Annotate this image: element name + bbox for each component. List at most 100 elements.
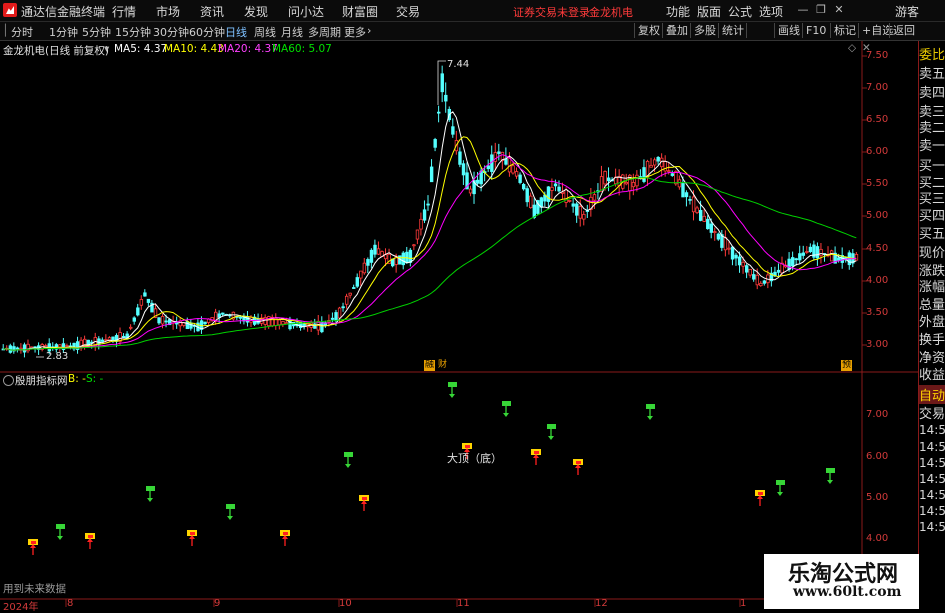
menu-news[interactable]: 资讯 [200,3,224,20]
menu-formula[interactable]: 公式 [728,3,752,20]
dropdown-icon[interactable]: ▾ [104,43,109,55]
candle-body [132,317,136,322]
candle-body [684,192,689,198]
candle-body [553,183,558,187]
period-weekly[interactable]: 周线 [254,24,276,40]
indicator-toggle-icon[interactable] [3,375,14,386]
candle-body [422,209,427,221]
x-tick: 1 [740,598,747,609]
menu-ask[interactable]: 问小达 [288,3,324,20]
low-price-label: 2.83 [46,351,69,362]
menu-trade[interactable]: 交易 [396,3,420,20]
candle-body [157,317,161,324]
ma10-value: MA10: 4.43 [164,43,224,55]
candle-body [355,277,359,287]
candle-body [104,339,108,341]
candle-body [401,252,406,266]
candle-body [698,209,703,221]
menu-discover[interactable]: 发现 [244,3,268,20]
tick-time: 14:56 [919,456,945,470]
candle-body [759,282,763,287]
btn-overlay[interactable]: 叠加 [662,23,691,38]
candle-body [592,194,597,201]
candle-body [582,213,586,220]
period-intraday[interactable]: 分时 [11,24,33,40]
candle-body [695,207,699,214]
candle-body [815,246,820,259]
candle-body [419,218,423,230]
period-1min[interactable]: 1分钟 [49,24,78,40]
btn-statistics[interactable]: 统计 [718,23,747,38]
price-tick: 5.00 [866,210,889,221]
candle-body [652,159,657,166]
period-monthly[interactable]: 月线 [281,24,303,40]
candle-body [808,246,813,253]
guest-user[interactable]: 游客 [895,3,919,20]
chart-canvas[interactable] [0,41,918,609]
price-tick: 4.50 [866,243,889,254]
x-tick: 11 [457,598,470,609]
menu-options[interactable]: 选项 [759,3,783,20]
period-30min[interactable]: 30分钟 [153,24,189,40]
restore-icon[interactable]: ❐ [815,4,827,16]
candlestick-series [1,65,859,358]
btn-f10[interactable]: F10 [802,23,829,38]
candle-body [829,250,834,262]
sell-signal-icon [547,424,556,440]
period-5min[interactable]: 5分钟 [82,24,111,40]
btn-draw-line[interactable]: 画线 [774,23,803,38]
candle-body [837,257,841,261]
tick-time: 14:56 [919,488,945,502]
period-multi[interactable]: 多周期 [308,24,341,40]
trade-tab[interactable]: 交易 [919,403,945,422]
candle-body [741,261,745,267]
candle-body [146,298,151,303]
btn-adjust[interactable]: 复权 [634,23,663,38]
quote-label-ask4: 卖四 [919,86,945,101]
close-icon[interactable]: ✕ [833,4,845,16]
btn-multi-stock[interactable]: 多股 [690,23,719,38]
candle-body [136,307,140,316]
candle-body [15,347,20,350]
menu-wealth[interactable]: 财富圈 [342,3,378,20]
period-15min[interactable]: 15分钟 [115,24,151,40]
candle-body [649,164,653,168]
period-more[interactable]: 更多 [344,24,366,40]
period-daily[interactable]: 日线 [225,24,247,40]
candle-body [514,171,519,177]
collapse-icon[interactable]: │ [2,24,9,37]
candle-body [801,252,806,256]
candle-body [805,251,809,253]
settings-diamond-icon[interactable]: ◇ [848,42,856,54]
finance-tag[interactable]: 财 [438,360,447,371]
indicator-tick: 7.00 [866,409,889,420]
menu-market[interactable]: 市场 [156,3,180,20]
candle-body [139,299,144,306]
candle-body [334,312,338,322]
candle-body [713,231,717,234]
login-status[interactable]: 证券交易未登录 [513,4,590,20]
chevron-right-icon[interactable]: › [367,24,371,37]
indicator-name: 殷朋指标网 [15,375,68,387]
minimize-icon[interactable]: — [797,4,809,16]
candle-body [631,182,636,188]
period-60min[interactable]: 60分钟 [189,24,225,40]
menu-functions[interactable]: 功能 [666,3,690,20]
x-tick: 10 [339,598,352,609]
sell-signal-icon [226,504,235,520]
btn-back[interactable]: 返回 [889,23,918,38]
candle-body [337,307,342,319]
divider [746,23,761,38]
candle-body [688,198,692,201]
auto-trade-tab[interactable]: 自动 [919,385,945,404]
forecast-tag[interactable]: 预 [841,360,853,371]
margin-tag[interactable]: 融 [424,360,436,371]
candle-body [412,244,416,247]
quote-label-ask5: 卖五 [919,67,945,82]
btn-mark[interactable]: 标记 [830,23,859,38]
candle-body [129,326,133,329]
menu-market-quotes[interactable]: 行情 [112,3,136,20]
menu-layout[interactable]: 版面 [697,3,721,20]
tick-time: 14:56 [919,504,945,518]
price-tick: 6.00 [866,146,889,157]
